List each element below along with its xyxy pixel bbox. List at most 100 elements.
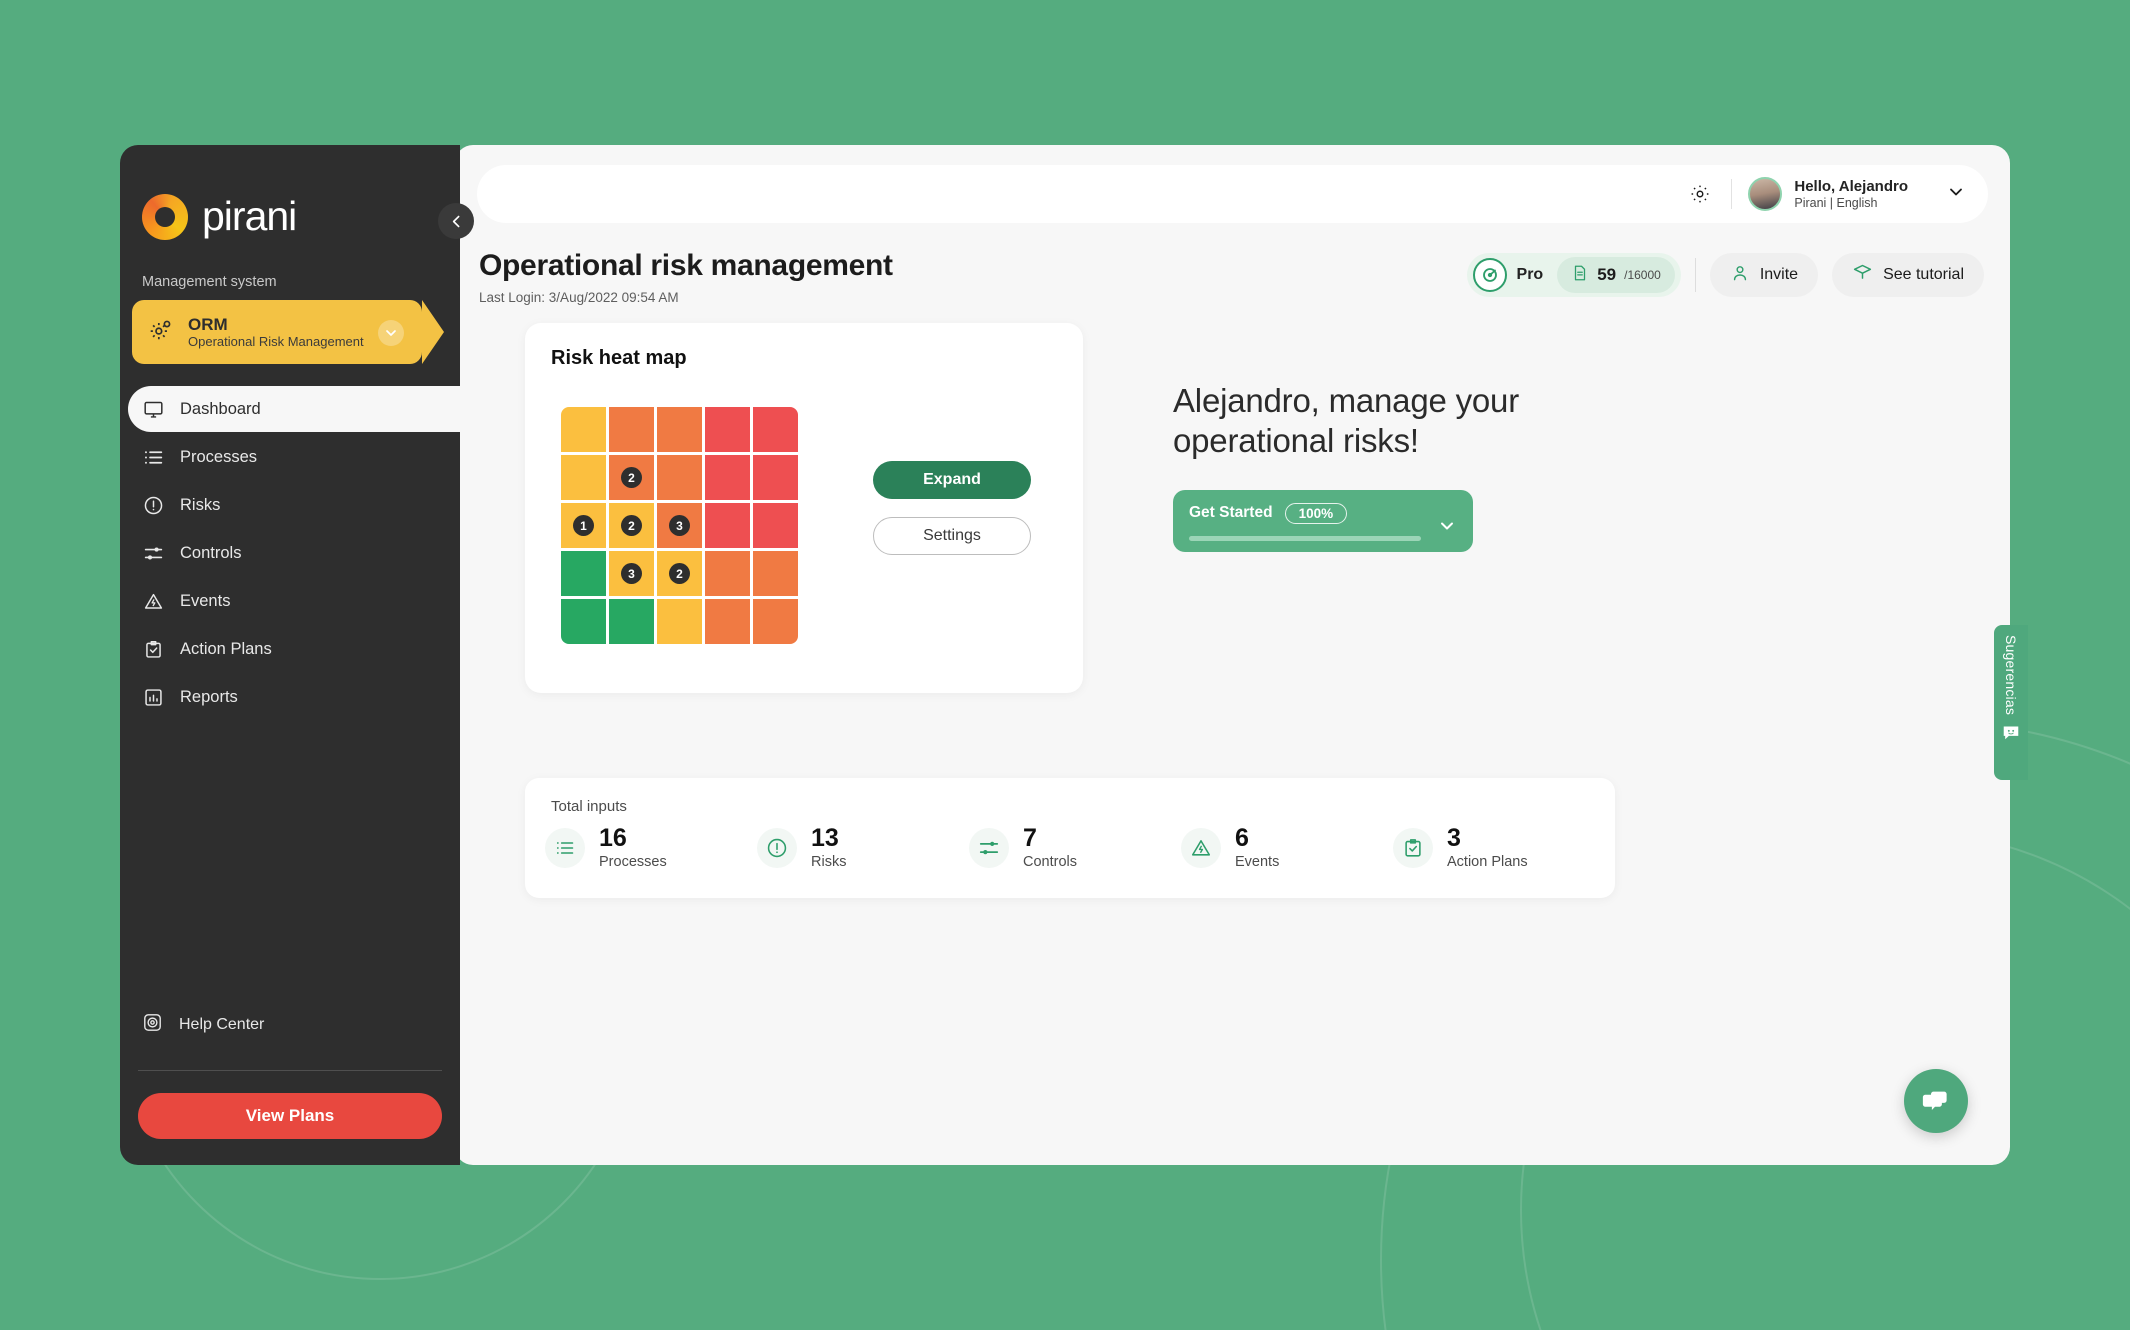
sidebar-item-help-center[interactable]: Help Center bbox=[120, 1002, 460, 1048]
gear-icon[interactable] bbox=[1683, 177, 1717, 211]
help-center-label: Help Center bbox=[179, 1016, 265, 1033]
total-inputs-stats: 16 Processes 13 Risks 7 Controls 6 Events 3 Actio… bbox=[525, 815, 1615, 870]
sidebar: pirani Management system ORM Operational… bbox=[120, 145, 460, 1165]
heat-map-cell[interactable] bbox=[657, 455, 702, 500]
stat-label: Risks bbox=[811, 854, 847, 871]
stat-item[interactable]: 3 Action Plans bbox=[1393, 825, 1605, 870]
bar-chart-icon bbox=[142, 686, 164, 708]
heat-map-cell[interactable] bbox=[753, 455, 798, 500]
view-plans-button[interactable]: View Plans bbox=[138, 1093, 442, 1139]
stat-label: Action Plans bbox=[1447, 854, 1528, 871]
heat-map-cell[interactable] bbox=[561, 599, 606, 644]
pirani-donut-logo-icon bbox=[142, 193, 188, 240]
heat-map-cell[interactable]: 3 bbox=[609, 551, 654, 596]
plan-badge[interactable]: Pro 59 /16000 bbox=[1466, 253, 1681, 297]
sidebar-item-label: Controls bbox=[180, 543, 242, 562]
clipboard-check-icon bbox=[142, 638, 164, 660]
monitor-icon bbox=[142, 398, 164, 420]
chevron-down-icon[interactable] bbox=[1946, 182, 1966, 207]
invite-button[interactable]: Invite bbox=[1709, 253, 1819, 297]
stat-item[interactable]: 6 Events bbox=[1181, 825, 1393, 870]
sidebar-divider bbox=[138, 1070, 442, 1071]
workspace-name: Operational Risk Management bbox=[188, 334, 364, 350]
topbar-divider bbox=[1731, 179, 1733, 209]
heat-map-cell[interactable] bbox=[753, 503, 798, 548]
heat-map-cell[interactable] bbox=[561, 551, 606, 596]
main-panel: Hello, Alejandro Pirani | English Operat… bbox=[455, 145, 2010, 1165]
stat-label: Processes bbox=[599, 854, 667, 871]
total-inputs-label: Total inputs bbox=[551, 798, 627, 815]
heat-map-cell[interactable] bbox=[609, 599, 654, 644]
risk-heat-map-card: Risk heat map 2 1 2 3 3 2 Expand Settings bbox=[525, 323, 1083, 693]
sidebar-item-label: Processes bbox=[180, 447, 258, 466]
page-title: Operational risk management bbox=[479, 249, 893, 282]
sidebar-item-label: Reports bbox=[180, 687, 238, 706]
stat-item[interactable]: 16 Processes bbox=[545, 825, 757, 870]
heat-map-cell[interactable] bbox=[609, 407, 654, 452]
avatar[interactable] bbox=[1748, 177, 1783, 211]
sidebar-workspace-orm[interactable]: ORM Operational Risk Management bbox=[132, 300, 444, 364]
heat-map-cell[interactable]: 2 bbox=[609, 503, 654, 548]
heat-map-cell[interactable] bbox=[753, 599, 798, 644]
suggestions-tab[interactable]: Sugerencias bbox=[1994, 625, 2028, 780]
heat-map-cell[interactable] bbox=[705, 551, 750, 596]
see-tutorial-button[interactable]: See tutorial bbox=[1832, 253, 1984, 297]
stat-label: Controls bbox=[1023, 854, 1077, 871]
lifebuoy-icon bbox=[142, 1012, 163, 1038]
sidebar-item-reports[interactable]: Reports bbox=[120, 674, 460, 720]
card-title: Risk heat map bbox=[551, 347, 687, 369]
heat-map-cell-count: 3 bbox=[621, 563, 642, 584]
brand-logo[interactable]: pirani bbox=[120, 145, 460, 240]
expand-button[interactable]: Expand bbox=[873, 461, 1031, 499]
page-header: Operational risk management Last Login: … bbox=[455, 223, 2010, 305]
page-header-actions: Pro 59 /16000 Invite See tutorial bbox=[1466, 249, 1984, 297]
gear-settings-icon bbox=[148, 317, 174, 348]
heat-map-cell[interactable] bbox=[561, 407, 606, 452]
heat-map-cell[interactable] bbox=[753, 551, 798, 596]
heat-map-cell[interactable] bbox=[657, 407, 702, 452]
user-menu[interactable]: Hello, Alejandro Pirani | English bbox=[1794, 178, 1908, 210]
sidebar-item-events[interactable]: Events bbox=[120, 578, 460, 624]
heat-map-cell[interactable]: 2 bbox=[657, 551, 702, 596]
heat-map-cell[interactable] bbox=[705, 455, 750, 500]
heat-map-cell[interactable]: 3 bbox=[657, 503, 702, 548]
user-greeting: Hello, Alejandro bbox=[1794, 178, 1908, 195]
heat-map-cell[interactable] bbox=[561, 455, 606, 500]
sidebar-item-dashboard[interactable]: Dashboard bbox=[128, 386, 460, 432]
sidebar-item-controls[interactable]: Controls bbox=[120, 530, 460, 576]
heat-map-cell[interactable]: 1 bbox=[561, 503, 606, 548]
heat-map-cell-count: 2 bbox=[669, 563, 690, 584]
chevron-down-icon[interactable] bbox=[1437, 516, 1457, 541]
quota-total: /16000 bbox=[1624, 268, 1661, 282]
stat-item[interactable]: 7 Controls bbox=[969, 825, 1181, 870]
chevron-down-icon[interactable] bbox=[378, 320, 404, 346]
sidebar-item-action-plans[interactable]: Action Plans bbox=[120, 626, 460, 672]
heat-map-cell[interactable]: 2 bbox=[609, 455, 654, 500]
sidebar-item-label: Events bbox=[180, 591, 231, 610]
heat-map-cell[interactable] bbox=[753, 407, 798, 452]
get-started-label: Get Started bbox=[1189, 504, 1273, 521]
get-started-card[interactable]: Get Started 100% bbox=[1173, 489, 1473, 552]
clipboard-check-icon bbox=[1393, 827, 1433, 868]
risk-heat-map-grid[interactable]: 2 1 2 3 3 2 bbox=[561, 407, 798, 644]
smiley-chat-icon bbox=[2002, 725, 2020, 746]
heat-map-cell[interactable] bbox=[657, 599, 702, 644]
total-inputs-card: Total inputs 16 Processes 13 Risks 7 Controls… bbox=[525, 778, 1615, 898]
promo-headline-line1: Alejandro, manage your bbox=[1173, 382, 1519, 419]
chat-widget-button[interactable] bbox=[1904, 1069, 1968, 1133]
sidebar-item-processes[interactable]: Processes bbox=[120, 434, 460, 480]
heat-map-cell[interactable] bbox=[705, 407, 750, 452]
stat-item[interactable]: 13 Risks bbox=[757, 825, 969, 870]
stat-value: 13 bbox=[811, 824, 839, 852]
header-divider bbox=[1694, 258, 1696, 292]
get-started-progress-bar bbox=[1189, 535, 1421, 541]
stat-value: 6 bbox=[1235, 824, 1249, 852]
heat-map-cell[interactable] bbox=[705, 503, 750, 548]
sidebar-section-label: Management system bbox=[142, 274, 277, 290]
sidebar-item-risks[interactable]: Risks bbox=[120, 482, 460, 528]
user-subtitle: Pirani | English bbox=[1794, 196, 1878, 210]
heat-map-cell[interactable] bbox=[705, 599, 750, 644]
heat-map-actions: Expand Settings bbox=[873, 461, 1031, 555]
sidebar-collapse-button[interactable] bbox=[438, 203, 474, 239]
settings-button[interactable]: Settings bbox=[873, 517, 1031, 555]
